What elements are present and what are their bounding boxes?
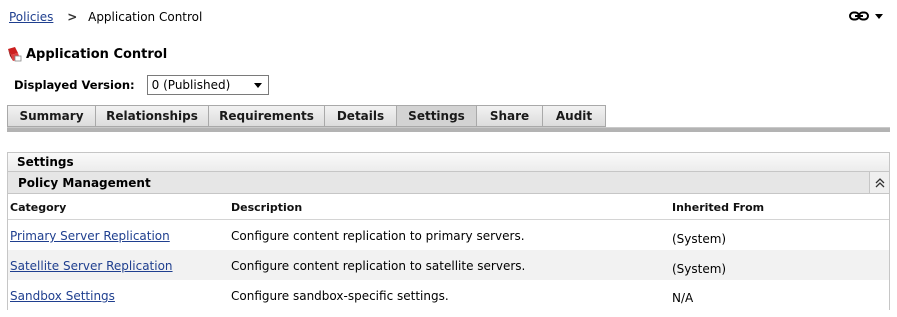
row-inherited-from: N/A xyxy=(672,291,694,305)
tab-summary[interactable]: Summary xyxy=(7,105,95,127)
row-inherited-from: (System) xyxy=(672,262,727,276)
collapse-button[interactable] xyxy=(869,172,889,193)
column-header-inherited-from[interactable]: Inherited From xyxy=(672,201,764,214)
table-row: Satellite Server Replication Configure c… xyxy=(8,250,889,280)
application-control-icon xyxy=(8,47,22,62)
displayed-version-select[interactable]: 0 (Published) xyxy=(146,75,269,95)
displayed-version-value: 0 (Published) xyxy=(151,78,231,92)
breadcrumb-policies-link[interactable]: Policies xyxy=(9,10,53,24)
row-description: Configure content replication to primary… xyxy=(231,229,525,243)
tab-audit[interactable]: Audit xyxy=(542,105,606,127)
row-description: Configure sandbox-specific settings. xyxy=(231,289,449,303)
dropdown-arrow-icon xyxy=(253,82,262,88)
category-link-primary-server-replication[interactable]: Primary Server Replication xyxy=(10,229,170,243)
chain-link-icon[interactable] xyxy=(849,10,869,22)
tab-relationships[interactable]: Relationships xyxy=(95,105,208,127)
link-menu[interactable] xyxy=(849,10,883,22)
column-header-category[interactable]: Category xyxy=(10,201,66,214)
column-header-description[interactable]: Description xyxy=(231,201,302,214)
tab-bar-underline xyxy=(7,127,890,132)
breadcrumb: Policies > Application Control xyxy=(9,10,202,24)
tab-settings[interactable]: Settings xyxy=(396,105,476,127)
category-link-sandbox-settings[interactable]: Sandbox Settings xyxy=(10,289,115,303)
table-row: Primary Server Replication Configure con… xyxy=(8,220,889,250)
row-description: Configure content replication to satelli… xyxy=(231,259,526,273)
page-title: Application Control xyxy=(26,46,168,62)
row-inherited-from: (System) xyxy=(672,232,727,246)
tab-details[interactable]: Details xyxy=(324,105,396,127)
breadcrumb-current: Application Control xyxy=(88,10,203,24)
tab-share[interactable]: Share xyxy=(476,105,542,127)
table-row: Sandbox Settings Configure sandbox-speci… xyxy=(8,280,889,310)
double-chevron-up-icon xyxy=(875,177,884,187)
chevron-down-icon[interactable] xyxy=(875,14,883,19)
tab-requirements[interactable]: Requirements xyxy=(208,105,324,127)
settings-panel: Settings Policy Management Category Desc… xyxy=(7,152,890,310)
category-link-satellite-server-replication[interactable]: Satellite Server Replication xyxy=(10,259,173,273)
displayed-version-label: Displayed Version: xyxy=(14,78,135,92)
settings-panel-title: Settings xyxy=(8,153,889,172)
breadcrumb-separator: > xyxy=(67,10,78,24)
displayed-version-row: Displayed Version: 0 (Published) xyxy=(14,75,269,95)
table-header-row: Category Description Inherited From xyxy=(8,194,889,220)
tab-bar: Summary Relationships Requirements Detai… xyxy=(7,105,606,127)
policy-management-title: Policy Management xyxy=(18,175,151,190)
policy-management-section-header: Policy Management xyxy=(8,172,889,194)
page-header: Application Control xyxy=(6,46,167,62)
